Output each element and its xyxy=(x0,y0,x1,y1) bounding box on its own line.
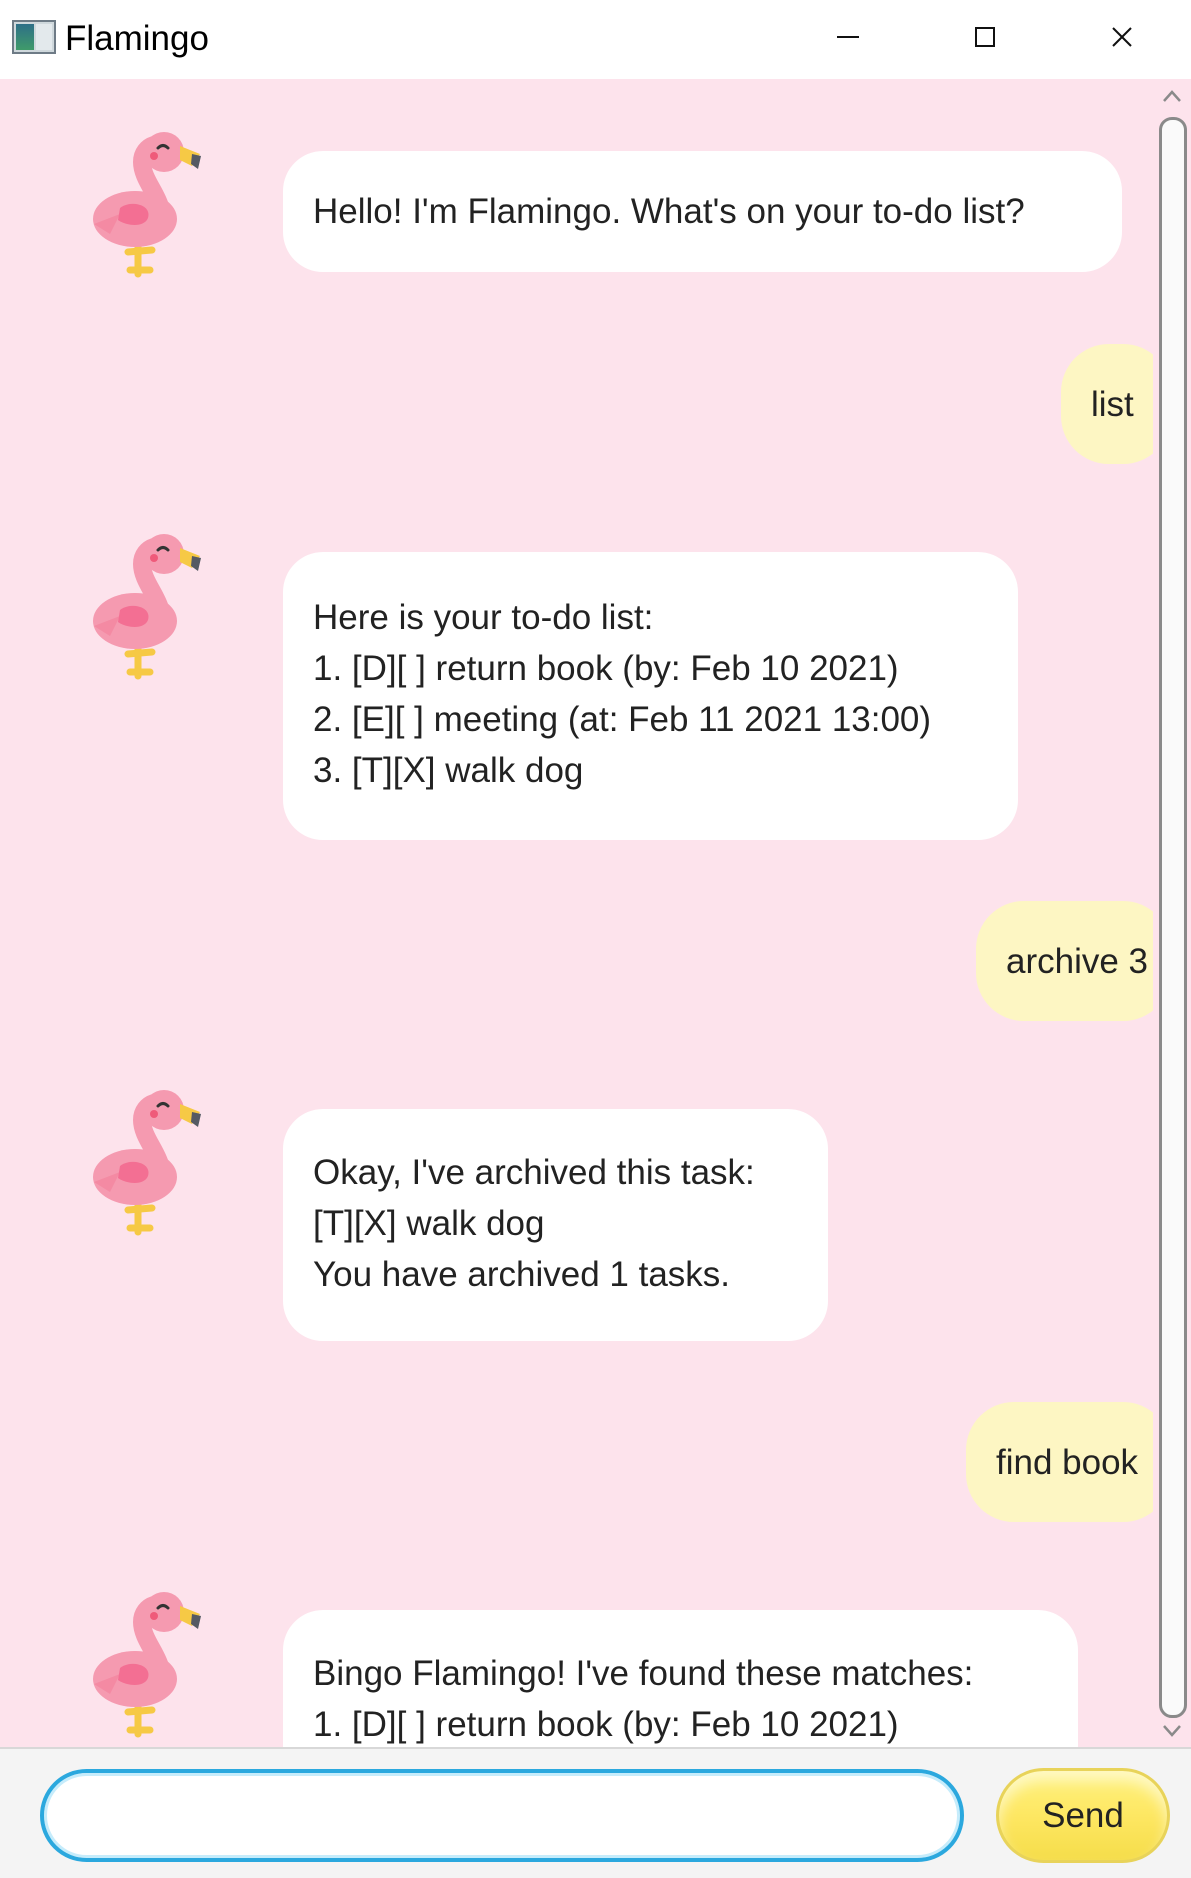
message-line: 1. [D][ ] return book (by: Feb 10 2021) xyxy=(313,1705,899,1744)
message-line: Okay, I've archived this task: xyxy=(313,1153,755,1192)
message-line: Hello! I'm Flamingo. What's on your to-d… xyxy=(313,192,1025,231)
message-text: archive 3 xyxy=(1006,941,1149,981)
chat-area: Hello! I'm Flamingo. What's on your to-d… xyxy=(0,79,1153,1747)
maximize-button[interactable] xyxy=(930,0,1040,72)
flamingo-icon xyxy=(80,526,225,686)
flamingo-icon xyxy=(80,124,225,284)
scroll-thumb[interactable] xyxy=(1159,117,1187,1718)
window-title: Flamingo xyxy=(65,19,209,58)
close-button[interactable] xyxy=(1067,0,1177,72)
minimize-icon xyxy=(837,36,859,38)
input-bar: Send xyxy=(0,1747,1191,1878)
close-icon xyxy=(1112,27,1132,47)
chevron-up-icon[interactable] xyxy=(1162,89,1182,103)
bot-message: Bingo Flamingo! I've found these matches… xyxy=(283,1610,1078,1747)
message-line: [T][X] walk dog xyxy=(313,1204,545,1243)
scrollbar[interactable] xyxy=(1153,79,1191,1747)
message-text: find book xyxy=(996,1442,1139,1482)
message-line: Here is your to-do list: xyxy=(313,598,654,637)
message-text: list xyxy=(1091,384,1134,424)
bot-message: Okay, I've archived this task: [T][X] wa… xyxy=(283,1109,828,1341)
bot-message: Hello! I'm Flamingo. What's on your to-d… xyxy=(283,151,1122,272)
send-button[interactable]: Send xyxy=(996,1768,1170,1863)
message-line: Bingo Flamingo! I've found these matches… xyxy=(313,1654,974,1693)
message-line: You have archived 1 tasks. xyxy=(313,1255,731,1294)
message-line: 1. [D][ ] return book (by: Feb 10 2021) xyxy=(313,649,899,688)
flamingo-icon xyxy=(80,1584,225,1744)
user-message: list xyxy=(1061,344,1153,464)
app-icon xyxy=(12,20,56,54)
minimize-button[interactable] xyxy=(793,0,903,72)
message-input[interactable] xyxy=(40,1769,964,1862)
maximize-icon xyxy=(975,27,995,47)
title-bar: Flamingo xyxy=(0,0,1191,79)
user-message: find book xyxy=(966,1402,1153,1522)
message-line: 2. [E][ ] meeting (at: Feb 11 2021 13:00… xyxy=(313,700,932,739)
bot-message: Here is your to-do list: 1. [D][ ] retur… xyxy=(283,552,1018,840)
message-line: 3. [T][X] walk dog xyxy=(313,751,584,790)
flamingo-icon xyxy=(80,1082,225,1242)
chevron-down-icon[interactable] xyxy=(1162,1724,1182,1738)
user-message: archive 3 xyxy=(976,901,1153,1021)
